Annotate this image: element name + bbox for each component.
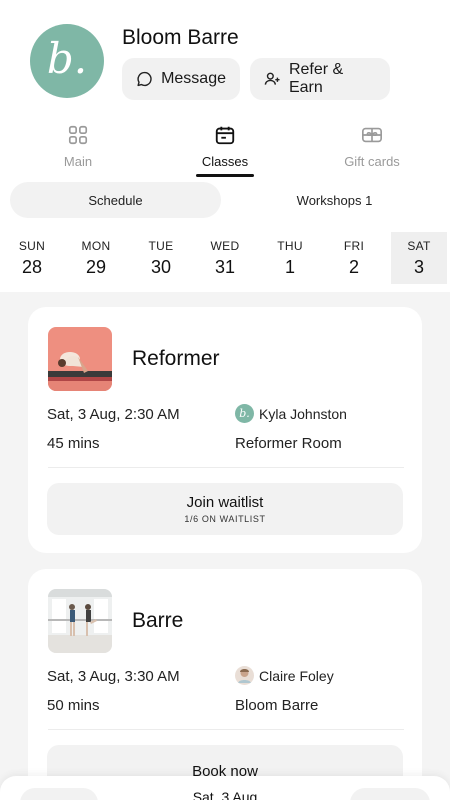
day-date: 29 xyxy=(85,256,107,277)
gift-card-icon xyxy=(362,127,382,143)
refer-earn-button[interactable]: Refer & Earn xyxy=(250,58,390,100)
active-tab-indicator xyxy=(196,174,254,177)
tab-main-label: Main xyxy=(63,154,93,169)
class-datetime: Sat, 3 Aug, 2:30 AM xyxy=(47,406,180,423)
tab-classes[interactable]: Classes xyxy=(170,120,280,178)
instructor[interactable]: Claire Foley xyxy=(235,666,334,685)
grid-icon xyxy=(68,125,88,145)
refer-label: Refer & Earn xyxy=(288,61,344,96)
tab-bar: Main Classes Gift cards xyxy=(0,120,450,178)
day-date: 1 xyxy=(284,256,295,277)
date-navigation-bar: Sat, 3 Aug xyxy=(0,776,450,800)
message-button[interactable]: Message xyxy=(122,58,240,100)
class-name: Reformer xyxy=(132,347,220,370)
class-thumbnail xyxy=(48,327,112,391)
instructor-avatar: b. xyxy=(235,404,254,423)
action-label: Join waitlist xyxy=(186,494,264,511)
day-name: WED xyxy=(210,238,240,253)
week-day-selector: SUN 28 MON 29 TUE 30 WED 31 THU 1 FRI 2 SAT 3 xyxy=(0,232,450,284)
class-card[interactable]: Barre Sat, 3 Aug, 3:30 AM 50 mins Claire… xyxy=(28,569,422,800)
day-sun[interactable]: SUN 28 xyxy=(4,232,60,284)
day-date: 31 xyxy=(214,256,236,277)
segment-workshops[interactable]: Workshops 1 xyxy=(229,182,440,218)
day-name: SUN xyxy=(18,238,46,253)
logo-letter: b. xyxy=(46,34,88,83)
instructor-name: Kyla Johnston xyxy=(259,405,347,422)
schedule-segmented-control: Schedule Workshops 1 xyxy=(10,182,440,218)
studio-header: b. Bloom Barre Message Refer & Earn xyxy=(0,0,450,120)
day-name: THU xyxy=(277,238,303,253)
day-name: FRI xyxy=(343,238,365,253)
class-list: Reformer Sat, 3 Aug, 2:30 AM 45 mins b. … xyxy=(0,292,450,800)
class-duration: 50 mins xyxy=(47,697,100,714)
calendar-icon xyxy=(215,126,235,145)
class-name: Barre xyxy=(132,609,184,632)
next-day-button[interactable] xyxy=(350,788,430,800)
day-name: TUE xyxy=(148,238,174,253)
tab-classes-label: Classes xyxy=(201,154,249,169)
studio-logo: b. xyxy=(30,24,104,98)
day-date: 28 xyxy=(21,256,43,277)
instructor-name: Claire Foley xyxy=(259,667,334,684)
join-waitlist-button[interactable]: Join waitlist 1/6 ON WAITLIST xyxy=(47,483,403,535)
class-datetime: Sat, 3 Aug, 3:30 AM xyxy=(47,668,180,685)
message-label: Message xyxy=(161,70,226,87)
card-divider xyxy=(48,729,404,730)
day-wed[interactable]: WED 31 xyxy=(197,232,253,284)
waitlist-count: 1/6 ON WAITLIST xyxy=(184,514,266,524)
day-name: SAT xyxy=(407,238,431,253)
class-duration: 45 mins xyxy=(47,435,100,452)
day-date: 2 xyxy=(348,256,359,277)
day-tue[interactable]: TUE 30 xyxy=(133,232,189,284)
chat-bubble-icon xyxy=(137,71,152,87)
tab-gift-cards[interactable]: Gift cards xyxy=(317,120,427,178)
class-room: Reformer Room xyxy=(235,435,342,452)
tab-gift-cards-label: Gift cards xyxy=(344,154,400,169)
class-room: Bloom Barre xyxy=(235,697,319,714)
instructor[interactable]: b. Kyla Johnston xyxy=(235,404,347,423)
day-mon[interactable]: MON 29 xyxy=(68,232,124,284)
add-person-icon xyxy=(264,72,280,85)
day-name: MON xyxy=(81,238,111,253)
instructor-avatar xyxy=(235,666,254,685)
day-date: 3 xyxy=(413,256,424,277)
class-thumbnail xyxy=(48,589,112,653)
day-thu[interactable]: THU 1 xyxy=(262,232,318,284)
studio-name: Bloom Barre xyxy=(122,26,239,49)
card-divider xyxy=(48,467,404,468)
day-date: 30 xyxy=(150,256,172,277)
day-fri[interactable]: FRI 2 xyxy=(326,232,382,284)
tab-main[interactable]: Main xyxy=(23,120,133,178)
day-sat[interactable]: SAT 3 xyxy=(391,232,447,284)
class-card[interactable]: Reformer Sat, 3 Aug, 2:30 AM 45 mins b. … xyxy=(28,307,422,553)
segment-schedule[interactable]: Schedule xyxy=(10,182,221,218)
